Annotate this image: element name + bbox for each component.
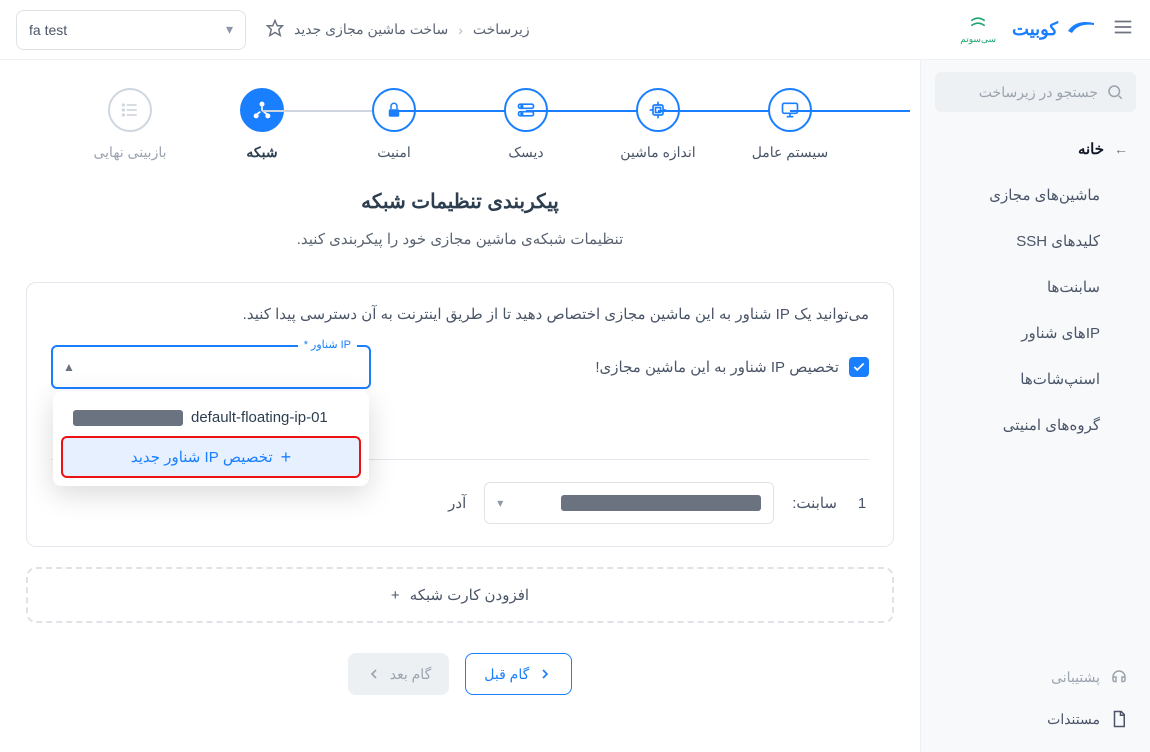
step-os[interactable]: سیستم عامل	[730, 88, 850, 161]
step-security[interactable]: امنیت	[334, 88, 454, 161]
project-select[interactable]: ▾ fa test	[16, 10, 246, 50]
plus-icon: +	[391, 587, 400, 604]
brand-icon	[1066, 17, 1096, 42]
sidebar-item-snapshots[interactable]: اسنپ‌شات‌ها	[921, 356, 1150, 402]
caret-up-icon: ▲	[63, 360, 75, 374]
fip-option-existing[interactable]: default-floating-ip-01	[61, 399, 361, 436]
chevron-left-icon: ‹	[458, 22, 463, 38]
subnet-select[interactable]: ▾	[484, 482, 774, 524]
sidebar-item-vms[interactable]: ماشین‌های مجازی	[921, 172, 1150, 218]
step-disk[interactable]: دیسک	[466, 88, 586, 161]
next-step-button[interactable]: گام بعد	[348, 653, 450, 695]
subnet-row: 1 سابنت: ▾ آدر	[51, 482, 869, 524]
section-subtitle: تنظیمات شبکه‌ی ماشین مجازی خود را پیکربن…	[26, 230, 894, 248]
floating-ip-desc: می‌توانید یک IP شناور به این ماشین مجازی…	[51, 305, 869, 323]
caret-down-icon: ▾	[226, 21, 233, 38]
breadcrumb: زیرساخت ‹ ساخت ماشین مجازی جدید	[266, 19, 960, 40]
breadcrumb-current: ساخت ماشین مجازی جدید	[294, 21, 448, 38]
step-network[interactable]: شبکه	[202, 88, 322, 161]
step-size[interactable]: اندازه ماشین	[598, 88, 718, 161]
redacted-ip	[73, 410, 183, 426]
floating-ip-dropdown: default-floating-ip-01 + تخصیص IP شناور …	[53, 391, 369, 486]
section-title: پیکربندی تنظیمات شبکه	[26, 189, 894, 214]
plus-icon: +	[281, 448, 292, 466]
chevron-left-icon	[366, 666, 382, 682]
add-nic-button[interactable]: افزودن کارت شبکه +	[26, 567, 894, 623]
stepper: بازبینی نهایی شبکه امنیت دیسک اندازه ماش	[70, 88, 850, 161]
sidebar-item-floating-ips[interactable]: IPهای شناور	[921, 310, 1150, 356]
sidebar: جستجو در زیرساخت ← خانه ماشین‌های مجازی …	[920, 60, 1150, 752]
document-icon	[1110, 710, 1128, 728]
fip-option-new[interactable]: + تخصیص IP شناور جدید	[61, 436, 361, 478]
address-label: آدر	[448, 494, 466, 512]
headset-icon	[1110, 668, 1128, 686]
project-select-value: fa test	[29, 22, 67, 38]
sidebar-item-ssh[interactable]: کلیدهای SSH	[921, 218, 1150, 264]
prev-step-button[interactable]: گام قبل	[465, 653, 572, 695]
secondary-logo: سی‌سوتم	[960, 14, 996, 45]
brand-name: کوبیت	[1012, 19, 1058, 40]
redacted-subnet	[561, 495, 761, 511]
subnet-index: 1	[855, 495, 869, 512]
sidebar-item-subnets[interactable]: سابنت‌ها	[921, 264, 1150, 310]
assign-fip-checkbox[interactable]: تخصیص IP شناور به این ماشین مجازی!	[595, 357, 869, 377]
arrow-right-icon: ←	[1114, 141, 1128, 157]
chevron-right-icon	[537, 666, 553, 682]
caret-down-icon: ▾	[497, 496, 503, 510]
subnet-label: سابنت:	[792, 494, 837, 512]
checkbox-checked-icon	[849, 357, 869, 377]
floating-ip-select[interactable]: IP شناور * ▲ default-floating-ip-01 + تخ…	[51, 345, 371, 389]
floating-ip-card: می‌توانید یک IP شناور به این ماشین مجازی…	[26, 282, 894, 547]
search-input[interactable]: جستجو در زیرساخت	[935, 72, 1136, 112]
list-icon	[120, 100, 140, 120]
menu-icon[interactable]	[1112, 16, 1134, 43]
sidebar-item-sec-groups[interactable]: گروه‌های امنیتی	[921, 402, 1150, 448]
sidebar-docs[interactable]: مستندات	[921, 698, 1150, 740]
star-icon[interactable]	[266, 19, 284, 40]
step-review[interactable]: بازبینی نهایی	[70, 88, 190, 161]
sidebar-support[interactable]: پشتیبانی	[921, 656, 1150, 698]
floating-ip-select-label: IP شناور *	[298, 338, 357, 351]
search-placeholder: جستجو در زیرساخت	[979, 84, 1098, 101]
search-icon	[1106, 83, 1124, 101]
breadcrumb-root[interactable]: زیرساخت	[473, 21, 530, 38]
brand-logo[interactable]: کوبیت	[1012, 17, 1096, 42]
sidebar-item-home[interactable]: ← خانه	[921, 126, 1150, 172]
